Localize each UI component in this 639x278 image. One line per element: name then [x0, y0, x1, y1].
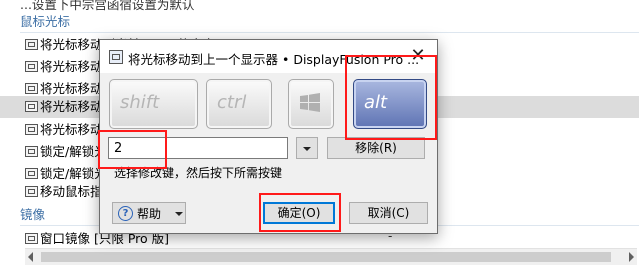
- remove-button[interactable]: 移除(R): [327, 137, 425, 159]
- shift-key-label: shift: [120, 92, 160, 113]
- function-icon: [25, 186, 38, 197]
- group-header-mirror: 镜像: [20, 207, 46, 222]
- list-row: ...设置下中宗宫函宿设置为默认: [0, 0, 639, 16]
- help-label: 帮助: [137, 207, 162, 221]
- group-divider: [20, 32, 639, 33]
- win-modifier-key[interactable]: [288, 79, 334, 129]
- windows-logo-icon: [300, 93, 320, 112]
- scroll-left-icon[interactable]: [28, 252, 33, 262]
- horizontal-scrollbar[interactable]: [25, 248, 637, 265]
- cancel-button[interactable]: 取消(C): [349, 202, 428, 224]
- chevron-down-icon: [303, 147, 311, 151]
- scrollbar-thumb[interactable]: [41, 252, 611, 262]
- function-icon: [25, 146, 38, 157]
- function-icon: [25, 233, 38, 244]
- app-icon: [109, 50, 123, 64]
- annotation-box-ok-button: [259, 193, 341, 232]
- function-icon: [25, 39, 38, 50]
- function-icon: [25, 61, 38, 72]
- ctrl-modifier-key[interactable]: ctrl: [206, 79, 272, 129]
- key-dropdown-button[interactable]: [296, 137, 318, 159]
- function-icon: [25, 83, 38, 94]
- scroll-right-icon[interactable]: [629, 252, 634, 262]
- annotation-box-alt-key: [345, 55, 437, 140]
- function-icon: [25, 168, 38, 179]
- help-icon: ?: [118, 206, 133, 221]
- function-icon: [25, 124, 38, 135]
- annotation-box-hotkey-input: [98, 130, 167, 169]
- group-header-mouse-cursor: 鼠标光标: [20, 14, 71, 29]
- ctrl-key-label: ctrl: [217, 92, 247, 113]
- help-button[interactable]: ? 帮助: [112, 202, 186, 224]
- chevron-down-icon: [175, 212, 183, 216]
- function-icon: [25, 101, 38, 112]
- shift-modifier-key[interactable]: shift: [109, 79, 198, 129]
